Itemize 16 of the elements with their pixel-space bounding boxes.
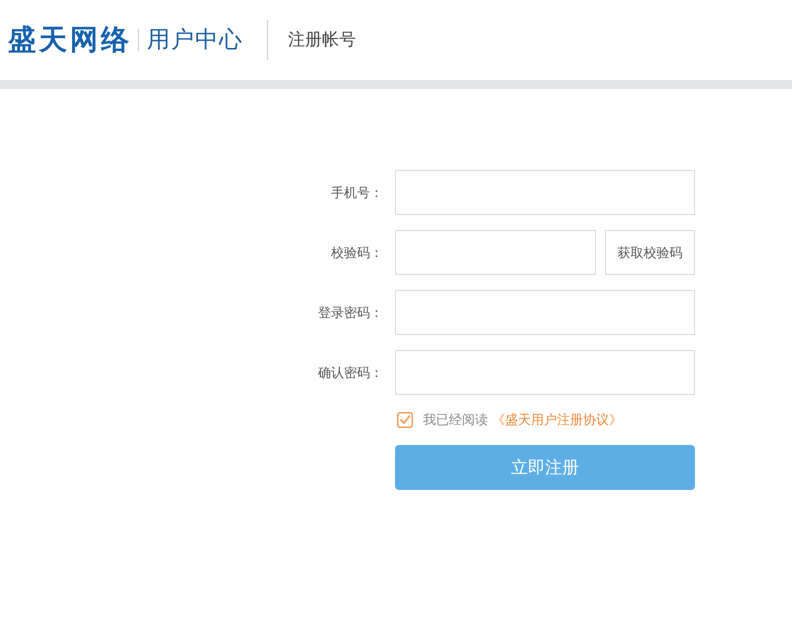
field-label: 手机号： [331, 184, 383, 202]
user-center-title: 用户中心 [147, 28, 243, 52]
code-input-field[interactable] [395, 230, 596, 275]
field-label: 确认密码： [318, 364, 383, 382]
field-label: 登录密码： [318, 304, 383, 322]
agreement-link[interactable]: 《盛天用户注册协议》 [492, 411, 622, 429]
checkbox[interactable] [397, 412, 413, 428]
brand-logo: 盛天网络 [8, 26, 132, 54]
input-field[interactable] [395, 350, 695, 395]
page-title: 注册帐号 [288, 32, 356, 48]
input-field[interactable] [395, 290, 695, 335]
input-field[interactable] [395, 170, 695, 215]
get-code-button[interactable]: 获取校验码 [605, 230, 695, 275]
agreement-text: 我已经阅读 [423, 412, 488, 429]
field-label: 校验码： [331, 244, 383, 262]
register-button[interactable]: 立即注册 [395, 445, 695, 490]
